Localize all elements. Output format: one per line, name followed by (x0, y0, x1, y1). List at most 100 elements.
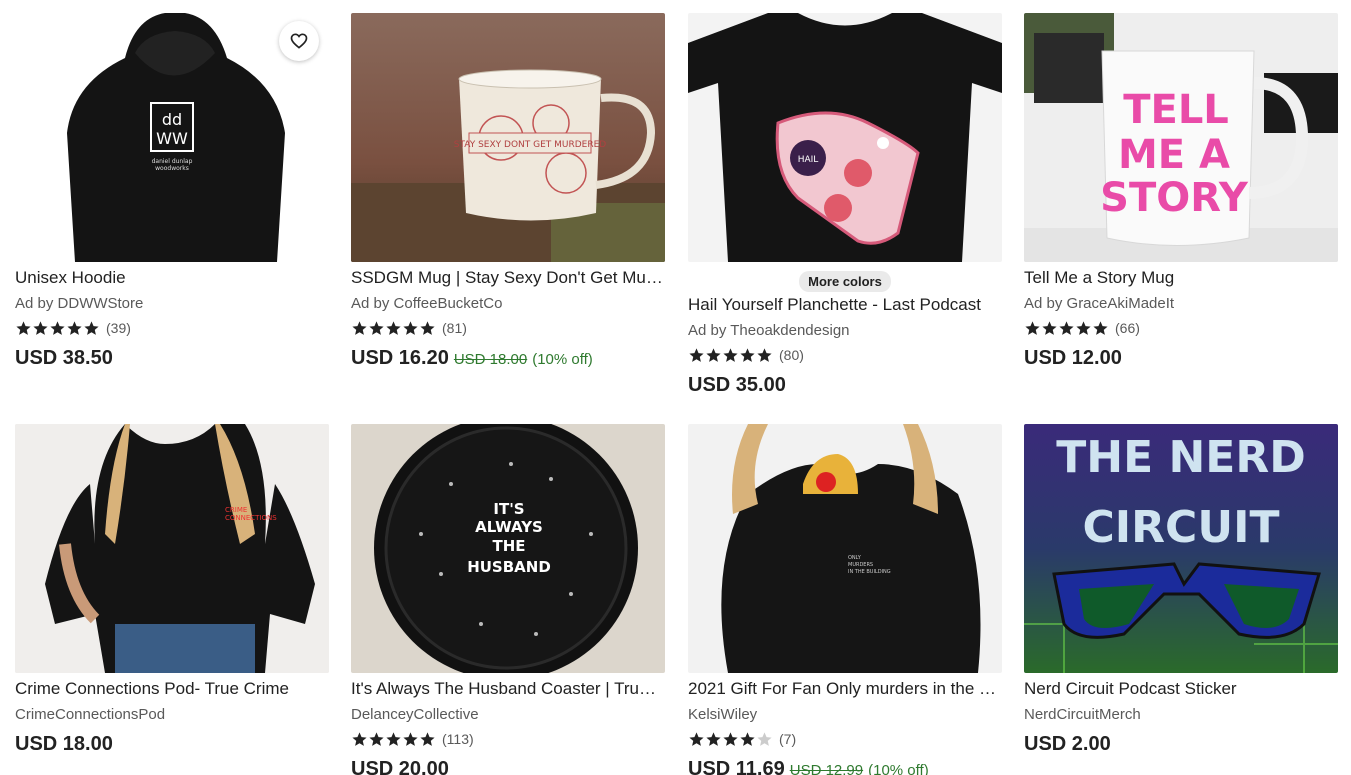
rating: (80) (688, 346, 1002, 364)
listing-card-8[interactable]: THE NERD CIRCUIT Nerd Circuit Podcast St… (1024, 424, 1338, 756)
listing-title[interactable]: Hail Yourself Planchette - Last Podcast (688, 295, 1002, 315)
listing-card-5[interactable]: CRIME CONNECTIONS Crime Connections Pod-… (15, 424, 329, 756)
price: USD 16.20 (351, 347, 449, 369)
svg-text:dd: dd (162, 110, 182, 129)
original-price: USD 18.00 (453, 351, 528, 368)
star-icon (723, 347, 738, 362)
listing-card-6[interactable]: IT'S ALWAYS THE HUSBAND It's Always The … (351, 424, 665, 775)
star-rating (15, 320, 100, 337)
shop-name: Ad by DDWWStore (15, 295, 144, 312)
star-icon (1059, 320, 1074, 335)
review-count: (7) (779, 731, 797, 747)
star-icon (403, 320, 418, 335)
price-row: USD 20.00 (351, 758, 665, 775)
listing-card-1[interactable]: dd WW daniel dunlap woodworks Unisex Hoo… (15, 13, 329, 370)
listing-image[interactable]: ONLY MURDERS IN THE BUILDING (688, 424, 1002, 673)
star-icon (369, 731, 384, 746)
svg-text:CRIME: CRIME (225, 506, 247, 514)
price-row: USD 12.00 (1024, 347, 1338, 370)
star-icon (420, 320, 435, 335)
rating: (113) (351, 730, 665, 748)
listing-image[interactable]: THE NERD CIRCUIT (1024, 424, 1338, 673)
star-icon (67, 320, 82, 335)
listing-card-2[interactable]: STAY SEXY DONT GET MURDERED SSDGM Mug | … (351, 13, 665, 370)
listing-title[interactable]: SSDGM Mug | Stay Sexy Don't Get Murdered (351, 268, 665, 288)
rating: (39) (15, 319, 329, 337)
star-icon (352, 731, 367, 746)
svg-text:ONLY: ONLY (848, 555, 862, 561)
star-icon (1025, 320, 1040, 335)
only-murders-sweatshirt-image: ONLY MURDERS IN THE BUILDING (688, 424, 1002, 673)
listing-title[interactable]: It's Always The Husband Coaster | True C… (351, 679, 665, 699)
star-icon (757, 347, 772, 362)
price-row: USD 38.50 (15, 347, 329, 370)
price-row: USD 18.00 (15, 733, 329, 756)
heart-outline-icon (290, 33, 308, 49)
star-rating (351, 320, 436, 337)
crime-tshirt-image: CRIME CONNECTIONS (15, 424, 329, 673)
svg-text:WW: WW (156, 129, 188, 148)
shop-name: DelanceyCollective (351, 706, 479, 723)
star-icon (689, 731, 704, 746)
sticker-text-line-2: CIRCUIT (1083, 502, 1280, 553)
shop-name: NerdCircuitMerch (1024, 706, 1141, 723)
discount: (10% off) (532, 351, 593, 368)
favorite-button[interactable] (279, 21, 319, 61)
price: USD 38.50 (15, 347, 113, 369)
coaster-text-line-1: IT'S (493, 500, 524, 518)
review-count: (80) (779, 347, 804, 363)
listing-image[interactable]: IT'S ALWAYS THE HUSBAND (351, 424, 665, 673)
shop-name: Ad by CoffeeBucketCo (351, 295, 503, 312)
star-icon (386, 320, 401, 335)
listing-image[interactable]: CRIME CONNECTIONS (15, 424, 329, 673)
mug-image: STAY SEXY DONT GET MURDERED (351, 13, 665, 262)
planchette-shirt-image: HAIL (688, 13, 1002, 262)
listing-card-3[interactable]: HAIL More colors Hail Yourself Planchett… (688, 13, 1002, 397)
review-count: (66) (1115, 320, 1140, 336)
star-icon (723, 731, 738, 746)
listing-card-4[interactable]: TELL ME A STORY Tell Me a Story Mug Ad b… (1024, 13, 1338, 370)
mug-text-line-3: STORY (1100, 175, 1249, 221)
shop-name: CrimeConnectionsPod (15, 706, 166, 723)
shop-name: Ad by Theoakdendesign (688, 322, 850, 339)
price: USD 11.69 (688, 758, 785, 775)
star-rating (688, 731, 773, 748)
sticker-text-line-1: THE NERD (1056, 432, 1306, 483)
listing-title[interactable]: Unisex Hoodie (15, 268, 329, 288)
shop-name: Ad by GraceAkiMadeIt (1024, 295, 1175, 312)
star-rating (1024, 320, 1109, 337)
listing-card-7[interactable]: ONLY MURDERS IN THE BUILDING 2021 Gift F… (688, 424, 1002, 775)
coaster-text-line-4: HUSBAND (467, 558, 551, 576)
listing-title[interactable]: Nerd Circuit Podcast Sticker (1024, 679, 1338, 699)
coaster-text-line-2: ALWAYS (475, 518, 543, 536)
price: USD 20.00 (351, 758, 449, 775)
star-rating (688, 347, 773, 364)
mug-text-line-1: TELL (1123, 87, 1229, 133)
price-row: USD 35.00 (688, 374, 1002, 397)
shop-name: KelsiWiley (688, 706, 758, 723)
review-count: (81) (442, 320, 467, 336)
svg-text:IN THE BUILDING: IN THE BUILDING (848, 569, 891, 575)
listing-image[interactable]: HAIL (688, 13, 1002, 262)
discount: (10% off) (868, 762, 929, 775)
star-icon (50, 320, 65, 335)
review-count: (39) (106, 320, 131, 336)
svg-text:STAY SEXY DONT GET MURDERED: STAY SEXY DONT GET MURDERED (454, 140, 607, 150)
rating: (7) (688, 730, 1002, 748)
mug-text-line-2: ME A (1118, 132, 1230, 178)
rating: (81) (351, 319, 665, 337)
star-icon (369, 320, 384, 335)
listing-title[interactable]: Tell Me a Story Mug (1024, 268, 1338, 288)
listing-image[interactable]: dd WW daniel dunlap woodworks (15, 13, 329, 262)
star-icon (706, 347, 721, 362)
rating: (66) (1024, 319, 1338, 337)
listing-image[interactable]: TELL ME A STORY (1024, 13, 1338, 262)
listing-title[interactable]: 2021 Gift For Fan Only murders in the bu… (688, 679, 1002, 699)
star-icon (84, 320, 99, 335)
nerd-circuit-sticker-image: THE NERD CIRCUIT (1024, 424, 1338, 673)
star-icon (420, 731, 435, 746)
listing-title[interactable]: Crime Connections Pod- True Crime (15, 679, 329, 699)
star-icon (740, 731, 755, 746)
star-icon (403, 731, 418, 746)
listing-image[interactable]: STAY SEXY DONT GET MURDERED (351, 13, 665, 262)
